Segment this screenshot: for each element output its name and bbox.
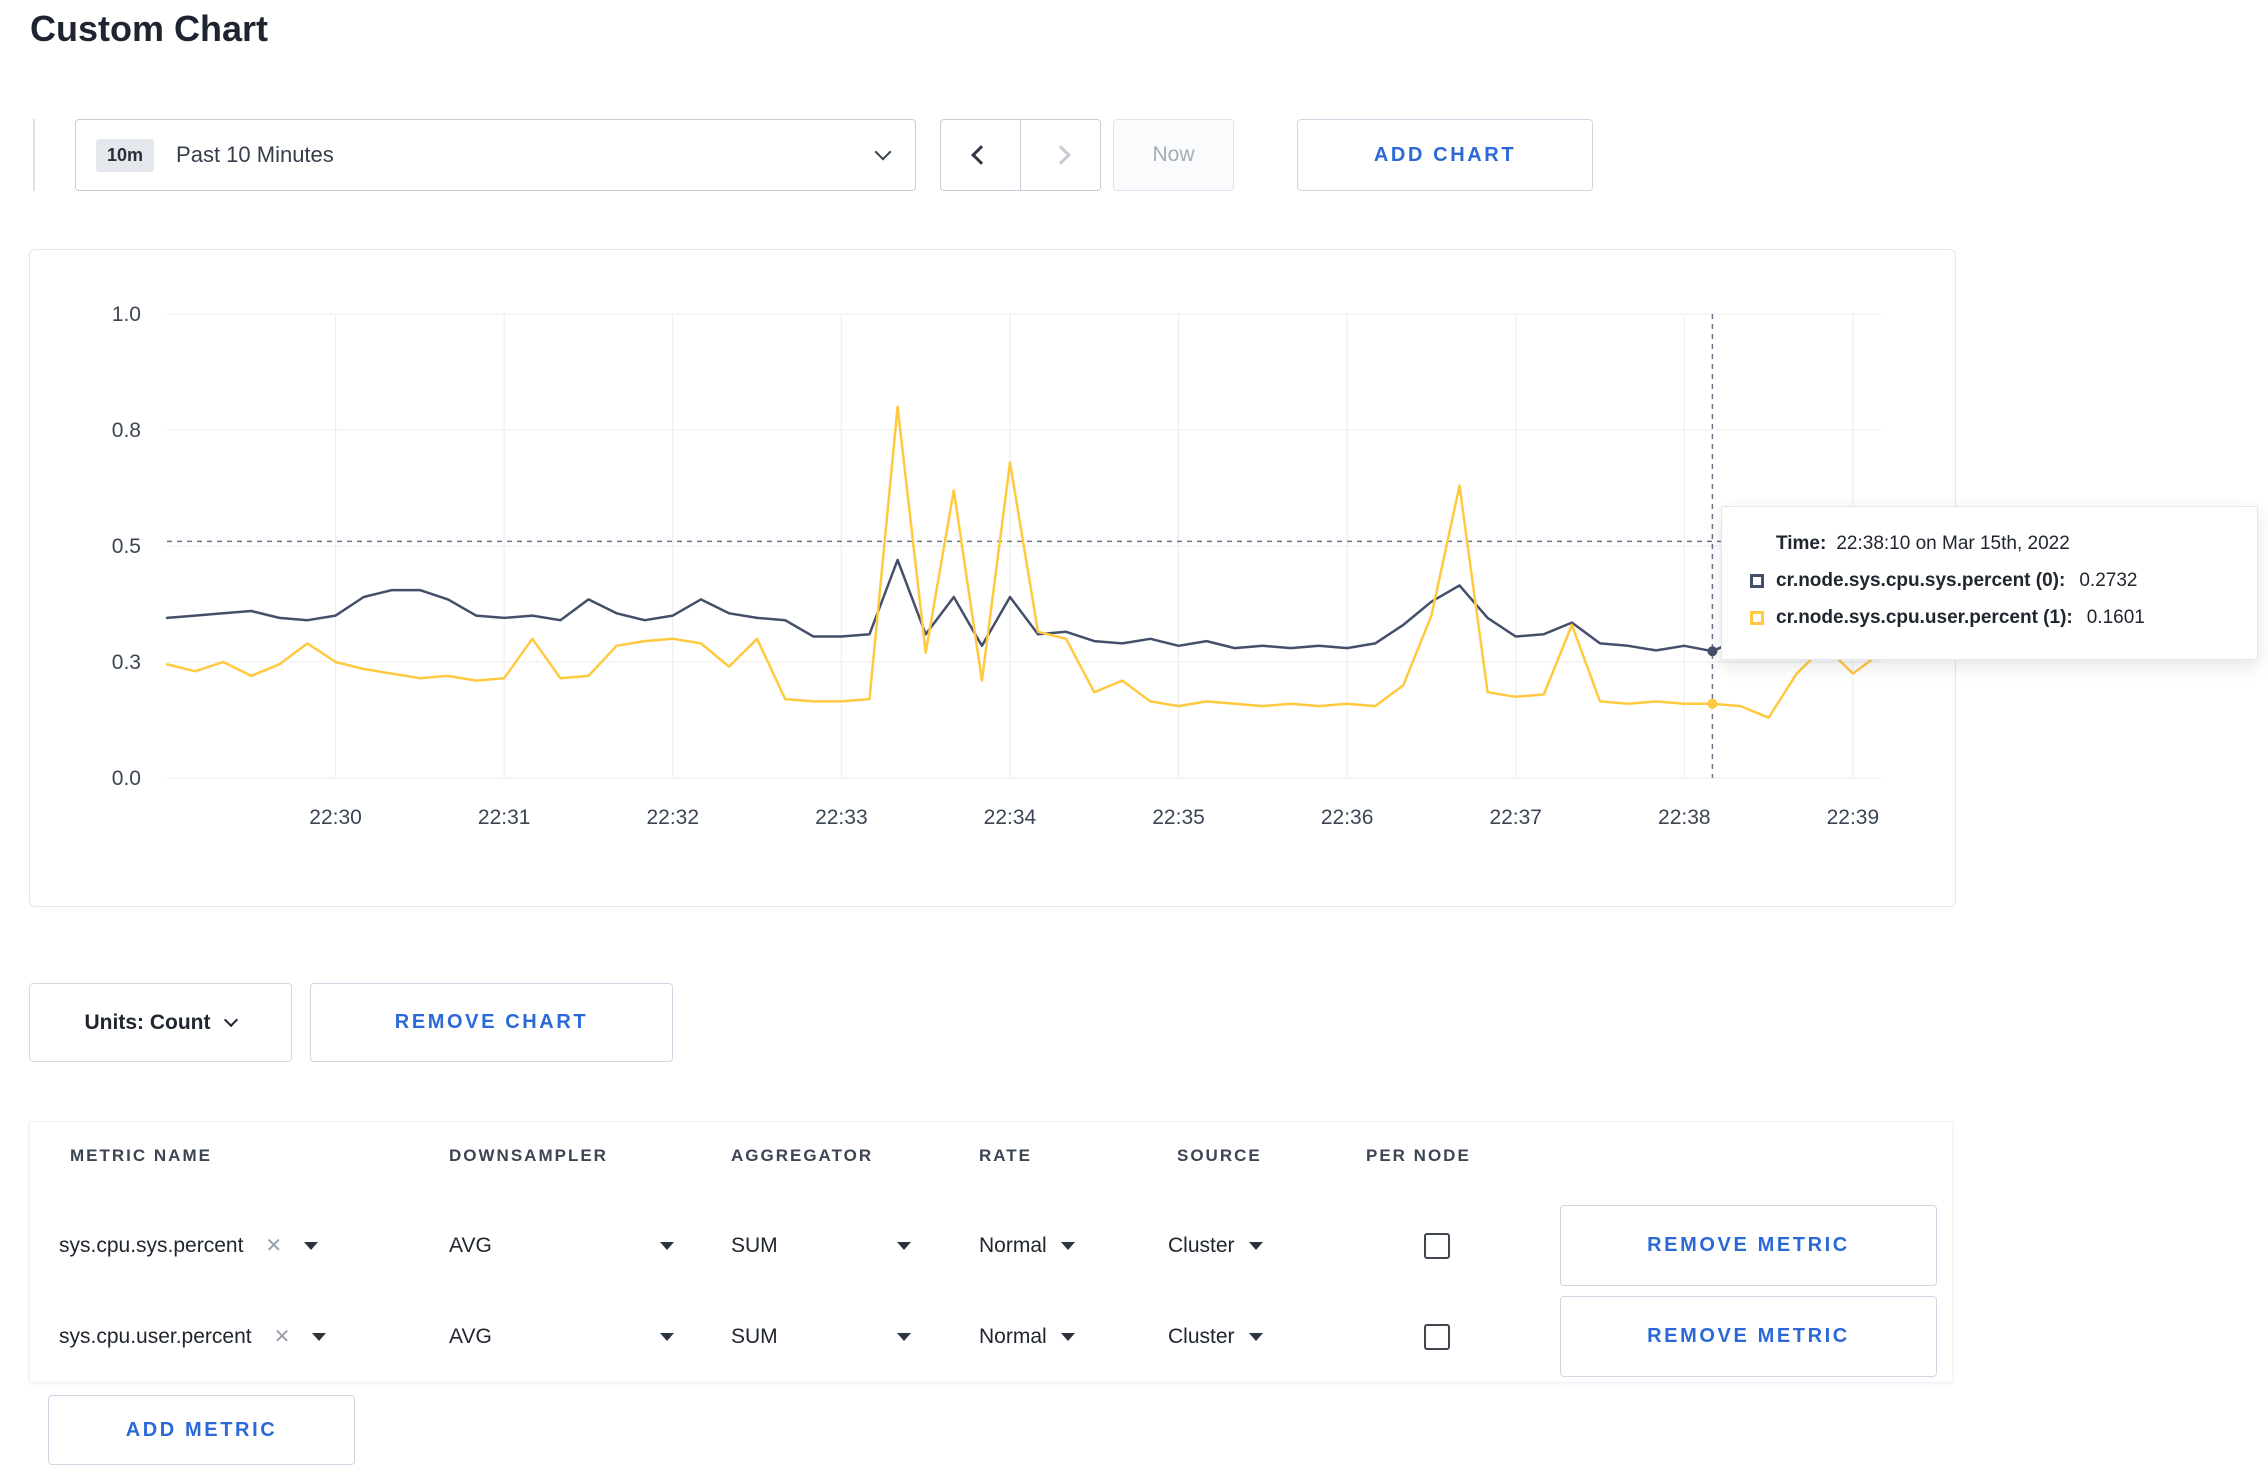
svg-text:0.8: 0.8 <box>112 419 141 442</box>
dropdown-arrow-icon <box>660 1332 674 1341</box>
add-metric-button[interactable]: ADD METRIC <box>48 1395 355 1465</box>
add-chart-button[interactable]: ADD CHART <box>1297 119 1593 191</box>
tooltip-series-label: cr.node.sys.cpu.sys.percent (0): <box>1776 570 2066 591</box>
aggregator-value: SUM <box>731 1324 778 1348</box>
downsampler-value: AVG <box>449 1233 492 1257</box>
column-header-downsampler: DOWNSAMPLER <box>449 1146 608 1165</box>
chevron-right-icon <box>1050 145 1071 165</box>
chart-panel: 0.0 0.3 0.5 0.8 1.0 22:30 22:31 22:32 22:33 22:34… <box>29 249 1956 907</box>
aggregator-select[interactable]: SUM <box>731 1205 911 1286</box>
per-node-checkbox[interactable] <box>1424 1323 1450 1350</box>
series-user-swatch-icon <box>1750 611 1764 625</box>
rate-value: Normal <box>979 1324 1047 1348</box>
metric-name-select[interactable]: sys.cpu.sys.percent ✕ <box>59 1205 319 1286</box>
remove-metric-button[interactable]: REMOVE METRIC <box>1560 1296 1937 1377</box>
chart-tooltip: Time: 22:38:10 on Mar 15th, 2022 cr.node.… <box>1721 506 2258 660</box>
dropdown-arrow-icon <box>1248 1241 1263 1250</box>
tooltip-row: cr.node.sys.cpu.sys.percent (0): 0.2732 <box>1750 570 2229 592</box>
metrics-table: METRIC NAME DOWNSAMPLER AGGREGATOR RATE … <box>29 1121 1953 1383</box>
tooltip-time-value: 22:38:10 on Mar 15th, 2022 <box>1836 533 2070 554</box>
tooltip-series-value: 0.2732 <box>2079 570 2138 591</box>
chevron-down-icon <box>874 143 892 161</box>
units-label: Units: Count <box>84 1010 211 1034</box>
rate-select[interactable]: Normal <box>979 1296 1075 1377</box>
column-header-per-node: PER NODE <box>1366 1146 1471 1165</box>
dropdown-arrow-icon <box>897 1332 911 1341</box>
tooltip-time-label: Time: <box>1776 533 1827 554</box>
tooltip-time: Time: 22:38:10 on Mar 15th, 2022 <box>1776 533 2229 555</box>
svg-text:22:36: 22:36 <box>1321 806 1374 829</box>
remove-chart-button[interactable]: REMOVE CHART <box>310 983 673 1062</box>
svg-text:1.0: 1.0 <box>112 303 141 326</box>
downsampler-select[interactable]: AVG <box>449 1296 674 1377</box>
dropdown-arrow-icon <box>304 1241 319 1250</box>
metric-row: sys.cpu.user.percent ✕ AVG SUM Normal Cl… <box>30 1296 1952 1377</box>
svg-text:0.5: 0.5 <box>112 535 141 558</box>
chevron-down-icon <box>224 1012 239 1028</box>
column-header-metric-name: METRIC NAME <box>70 1146 212 1165</box>
clear-icon[interactable]: ✕ <box>274 1324 291 1349</box>
time-range-dropdown[interactable]: 10m Past 10 Minutes <box>75 119 916 191</box>
svg-text:22:35: 22:35 <box>1152 806 1205 829</box>
line-chart[interactable]: 0.0 0.3 0.5 0.8 1.0 22:30 22:31 22:32 22:33 22:34… <box>30 250 1955 906</box>
metric-name-select[interactable]: sys.cpu.user.percent ✕ <box>59 1296 327 1377</box>
column-header-source: SOURCE <box>1177 1146 1262 1165</box>
svg-text:0.3: 0.3 <box>112 651 141 674</box>
per-node-checkbox[interactable] <box>1424 1232 1450 1259</box>
svg-text:22:34: 22:34 <box>984 806 1037 829</box>
metric-row: sys.cpu.sys.percent ✕ AVG SUM Normal Clu… <box>30 1205 1952 1286</box>
rate-value: Normal <box>979 1233 1047 1257</box>
time-range-label: Past 10 Minutes <box>176 142 334 167</box>
tooltip-row: cr.node.sys.cpu.user.percent (1): 0.1601 <box>1750 607 2229 629</box>
downsampler-value: AVG <box>449 1324 492 1348</box>
dropdown-arrow-icon <box>1248 1332 1263 1341</box>
prev-range-button[interactable] <box>941 120 1020 190</box>
source-select[interactable]: Cluster <box>1168 1205 1263 1286</box>
next-range-button[interactable] <box>1020 120 1100 190</box>
dropdown-arrow-icon <box>312 1332 327 1341</box>
dropdown-arrow-icon <box>897 1241 911 1250</box>
aggregator-value: SUM <box>731 1233 778 1257</box>
metric-name: sys.cpu.user.percent <box>59 1324 252 1348</box>
svg-text:22:30: 22:30 <box>309 806 362 829</box>
source-select[interactable]: Cluster <box>1168 1296 1263 1377</box>
page-title: Custom Chart <box>30 8 269 49</box>
svg-text:22:33: 22:33 <box>815 806 868 829</box>
aggregator-select[interactable]: SUM <box>731 1296 911 1377</box>
time-pager <box>940 119 1101 191</box>
svg-text:22:38: 22:38 <box>1658 806 1711 829</box>
remove-metric-button[interactable]: REMOVE METRIC <box>1560 1205 1937 1286</box>
column-header-aggregator: AGGREGATOR <box>731 1146 874 1165</box>
dropdown-arrow-icon <box>1060 1332 1075 1341</box>
svg-text:22:39: 22:39 <box>1827 806 1880 829</box>
svg-text:22:37: 22:37 <box>1489 806 1542 829</box>
clear-icon[interactable]: ✕ <box>265 1233 282 1258</box>
series-sys-swatch-icon <box>1750 574 1764 588</box>
units-dropdown[interactable]: Units: Count <box>29 983 292 1062</box>
dropdown-arrow-icon <box>1060 1241 1075 1250</box>
time-range-badge: 10m <box>96 138 155 172</box>
rate-select[interactable]: Normal <box>979 1205 1075 1286</box>
dropdown-arrow-icon <box>660 1241 674 1250</box>
chevron-left-icon <box>970 145 991 165</box>
source-value: Cluster <box>1168 1324 1235 1348</box>
tooltip-series-value: 0.1601 <box>2086 607 2145 628</box>
svg-text:22:32: 22:32 <box>646 806 699 829</box>
svg-text:22:31: 22:31 <box>478 806 531 829</box>
toolbar-divider <box>33 119 35 191</box>
downsampler-select[interactable]: AVG <box>449 1205 674 1286</box>
metric-name: sys.cpu.sys.percent <box>59 1233 244 1257</box>
column-header-rate: RATE <box>979 1146 1033 1165</box>
source-value: Cluster <box>1168 1233 1235 1257</box>
svg-text:0.0: 0.0 <box>112 767 141 790</box>
now-button[interactable]: Now <box>1113 119 1234 191</box>
tooltip-series-label: cr.node.sys.cpu.user.percent (1): <box>1776 607 2073 628</box>
